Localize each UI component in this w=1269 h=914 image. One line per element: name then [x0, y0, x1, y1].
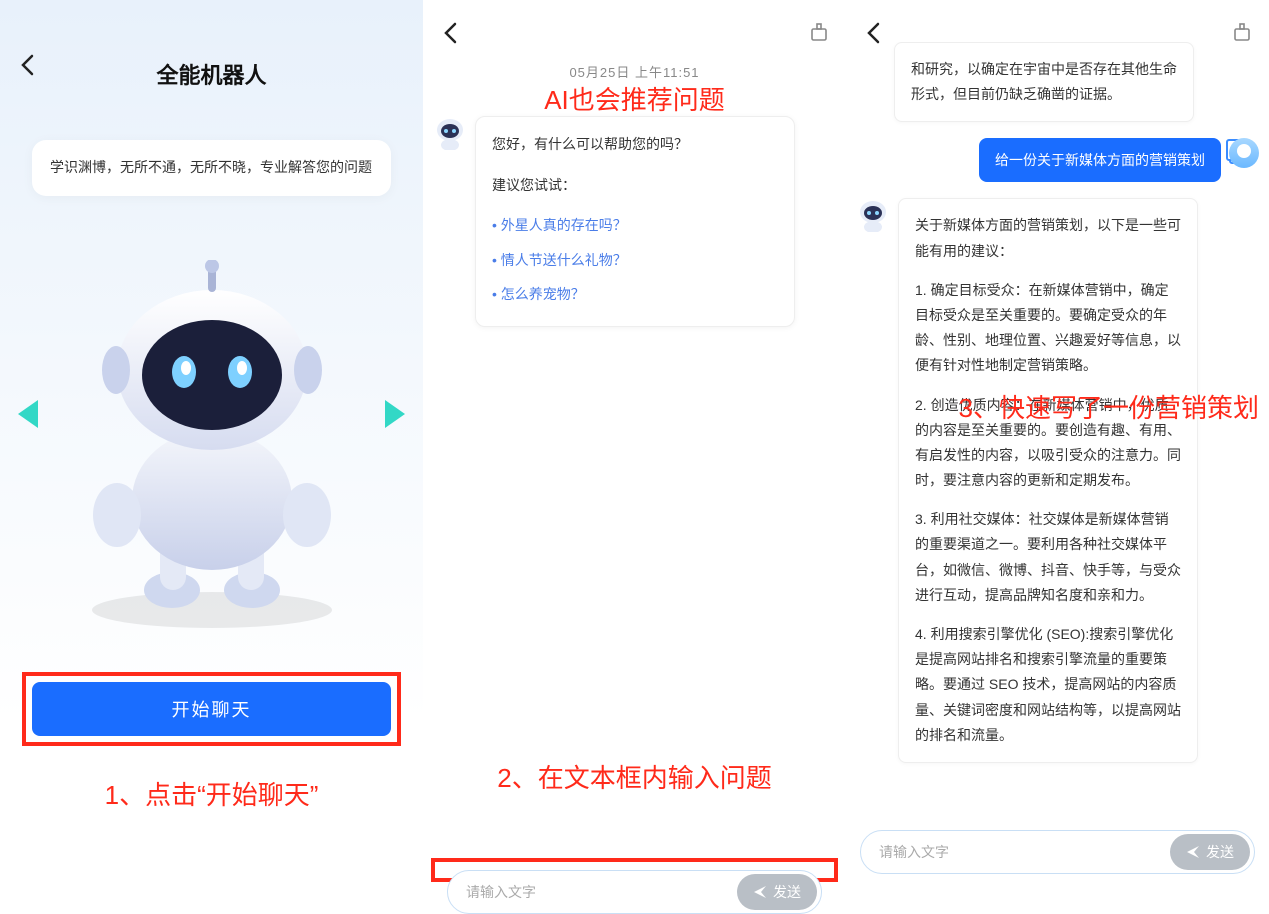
ai-response-bubble: 关于新媒体方面的营销策划，以下是一些可能有用的建议： 1. 确定目标受众：在新媒…	[898, 198, 1198, 763]
chat-response-screen: 和研究，以确定在宇宙中是否存在其他生命形式，但目前仍缺乏确凿的证据。 给一份关于…	[846, 0, 1269, 902]
page-title: 全能机器人	[0, 58, 423, 90]
annotation-step1: 1、点击“开始聊天”	[0, 775, 423, 812]
suggestion-item[interactable]: 外星人真的存在吗？	[492, 208, 778, 243]
carousel-next-icon[interactable]	[385, 400, 405, 428]
message-input[interactable]	[466, 884, 729, 900]
ai-greeting-bubble: 您好，有什么可以帮助您的吗？ 建议您试试： 外星人真的存在吗？ 情人节送什么礼物…	[475, 116, 795, 327]
carousel-prev-icon[interactable]	[18, 400, 38, 428]
annotation-step2: 2、在文本框内输入问题	[423, 758, 846, 795]
send-label: 发送	[773, 882, 801, 902]
greeting-text: 您好，有什么可以帮助您的吗？	[492, 131, 778, 158]
send-label: 发送	[1206, 842, 1234, 862]
send-icon	[753, 885, 767, 899]
user-message-bubble: 给一份关于新媒体方面的营销策划	[979, 138, 1221, 182]
ai-response-point: 4. 利用搜索引擎优化 (SEO):搜索引擎优化是提高网站排名和搜索引擎流量的重…	[915, 622, 1181, 748]
bot-avatar-icon	[856, 198, 890, 232]
user-avatar-icon	[1229, 138, 1259, 168]
robot-illustration	[62, 260, 362, 630]
header-action-icon[interactable]	[804, 16, 834, 46]
annotation-suggestions: AI也会推荐问题	[423, 80, 846, 117]
ai-message-row: 关于新媒体方面的营销策划，以下是一些可能有用的建议： 1. 确定目标受众：在新媒…	[856, 198, 1259, 763]
intro-screen: 全能机器人 学识渊博，无所不通，无所不晓，专业解答您的问题	[0, 0, 423, 902]
ai-response-intro: 关于新媒体方面的营销策划，以下是一些可能有用的建议：	[915, 213, 1181, 263]
ai-response-point: 1. 确定目标受众：在新媒体营销中，确定目标受众是至关重要的。要确定受众的年龄、…	[915, 278, 1181, 379]
send-button[interactable]: 发送	[1170, 834, 1250, 870]
annotation-step3: 3、快速写了一份营销策划	[959, 388, 1259, 425]
bot-avatar-icon	[433, 116, 467, 150]
user-message-row: 给一份关于新媒体方面的营销策划	[856, 138, 1259, 182]
send-button[interactable]: 发送	[737, 874, 817, 910]
description-card: 学识渊博，无所不通，无所不晓，专业解答您的问题	[32, 140, 391, 196]
chat-scroll-area[interactable]: 和研究，以确定在宇宙中是否存在其他生命形式，但目前仍缺乏确凿的证据。 给一份关于…	[846, 42, 1269, 822]
suggestion-item[interactable]: 怎么养宠物？	[492, 277, 778, 312]
message-input-bar: 发送	[860, 830, 1255, 874]
input-highlight: 发送	[431, 858, 838, 882]
back-button[interactable]	[435, 18, 465, 48]
suggestion-item[interactable]: 情人节送什么礼物？	[492, 243, 778, 278]
timestamp: 05月25日 上午11:51	[423, 62, 846, 81]
try-label: 建议您试试：	[492, 172, 778, 199]
message-input-bar: 发送	[447, 870, 822, 914]
ai-message-row: 您好，有什么可以帮助您的吗？ 建议您试试： 外星人真的存在吗？ 情人节送什么礼物…	[433, 116, 795, 327]
chat-suggestion-screen: 05月25日 上午11:51 AI也会推荐问题 您好，有什么可以帮助您的吗？ 建…	[423, 0, 846, 902]
ai-message-bubble: 和研究，以确定在宇宙中是否存在其他生命形式，但目前仍缺乏确凿的证据。	[894, 42, 1194, 122]
start-button-highlight: 开始聊天	[22, 672, 401, 746]
ai-response-point: 3. 利用社交媒体：社交媒体是新媒体营销的重要渠道之一。要利用各种社交媒体平台，…	[915, 507, 1181, 608]
send-icon	[1186, 845, 1200, 859]
message-input[interactable]	[879, 844, 1162, 860]
start-chat-button[interactable]: 开始聊天	[32, 682, 391, 736]
